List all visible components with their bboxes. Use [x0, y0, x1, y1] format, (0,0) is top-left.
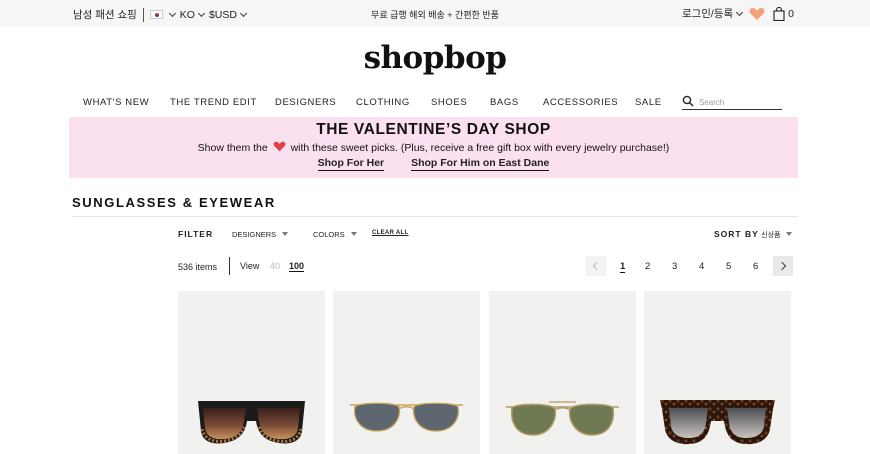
item-count: 536 items — [178, 262, 218, 272]
nav-shoes[interactable]: SHOES — [431, 97, 467, 108]
banner-text-end: with these sweet picks. (Plus, receive a… — [290, 142, 670, 154]
nav-bags[interactable]: BAGS — [490, 97, 519, 108]
banner-links: Shop For Her Shop For Him on East Dane — [69, 157, 798, 171]
caret-down-icon — [350, 232, 357, 236]
site-logo[interactable]: shopbop — [0, 40, 870, 76]
designers-label: DESIGNERS — [232, 230, 277, 239]
shop-for-him-link[interactable]: Shop For Him on East Dane — [411, 157, 550, 171]
sort-value: 신상품 — [761, 232, 781, 239]
page-2[interactable]: 2 — [645, 261, 650, 272]
banner-text-start: Show them the — [197, 142, 268, 154]
nav-whats-new[interactable]: WHAT'S NEW — [83, 97, 149, 108]
nav-clothing[interactable]: CLOTHING — [356, 97, 410, 108]
search-input[interactable]: Search — [699, 98, 724, 107]
banner-subtitle: Show them the with these sweet picks. (P… — [69, 141, 798, 154]
filter-label: FILTER — [178, 229, 214, 239]
page-3[interactable]: 3 — [672, 261, 677, 272]
sunglasses-image[interactable] — [333, 391, 480, 454]
nav-accessories[interactable]: ACCESSORIES — [543, 97, 618, 108]
page-title: SUNGLASSES & EYEWEAR — [72, 195, 276, 210]
divider — [229, 257, 230, 275]
sort-label: SORT BY — [714, 229, 759, 239]
top-utility-bar: 남성 패션 쇼핑 KO $USD 무료 급행 해외 배송 + 간편한 반품 로그… — [0, 0, 870, 27]
bag-count[interactable]: 0 — [788, 8, 794, 20]
sort-dropdown[interactable]: SORT BY 신상품 — [714, 229, 793, 240]
product-card[interactable] — [644, 291, 791, 454]
banner-title[interactable]: THE VALENTINE’S DAY SHOP — [69, 121, 798, 139]
prev-page-button[interactable] — [586, 256, 606, 276]
search-box[interactable]: Search — [682, 95, 782, 110]
account-group: 로그인/등록 0 — [682, 6, 794, 21]
caret-down-icon — [282, 232, 289, 236]
next-page-button[interactable] — [773, 256, 793, 276]
heart-icon[interactable] — [749, 7, 765, 21]
page-4[interactable]: 4 — [699, 261, 704, 272]
nav-trend-edit[interactable]: THE TREND EDIT — [170, 97, 257, 108]
product-card[interactable] — [333, 291, 480, 454]
shop-for-her-link[interactable]: Shop For Her — [317, 157, 385, 171]
search-icon[interactable] — [682, 95, 694, 107]
page-5[interactable]: 5 — [726, 261, 731, 272]
view-label: View — [240, 261, 260, 271]
page-1[interactable]: 1 — [620, 261, 626, 273]
nav-sale[interactable]: SALE — [635, 97, 662, 108]
product-card[interactable] — [178, 291, 325, 454]
page-6[interactable]: 6 — [753, 261, 758, 272]
sunglasses-image[interactable] — [644, 391, 791, 454]
colors-dropdown[interactable]: COLORS — [313, 230, 357, 239]
divider — [72, 216, 798, 217]
designers-dropdown[interactable]: DESIGNERS — [232, 230, 289, 239]
colors-label: COLORS — [313, 230, 345, 239]
product-card[interactable] — [489, 291, 636, 454]
valentines-banner[interactable]: THE VALENTINE’S DAY SHOP Show them the w… — [69, 117, 798, 178]
shopping-bag-icon[interactable] — [773, 6, 785, 21]
view-40-option[interactable]: 40 — [270, 261, 280, 271]
nav-designers[interactable]: DESIGNERS — [275, 97, 336, 108]
sunglasses-image[interactable] — [489, 391, 636, 454]
caret-down-icon — [786, 232, 793, 236]
clear-all-link[interactable]: CLEAR ALL — [372, 230, 408, 236]
sunglasses-image[interactable] — [178, 391, 325, 454]
login-register-link[interactable]: 로그인/등록 — [682, 6, 733, 21]
chevron-down-icon[interactable] — [736, 8, 744, 16]
heart-icon — [273, 141, 285, 152]
view-100-option[interactable]: 100 — [289, 261, 305, 272]
